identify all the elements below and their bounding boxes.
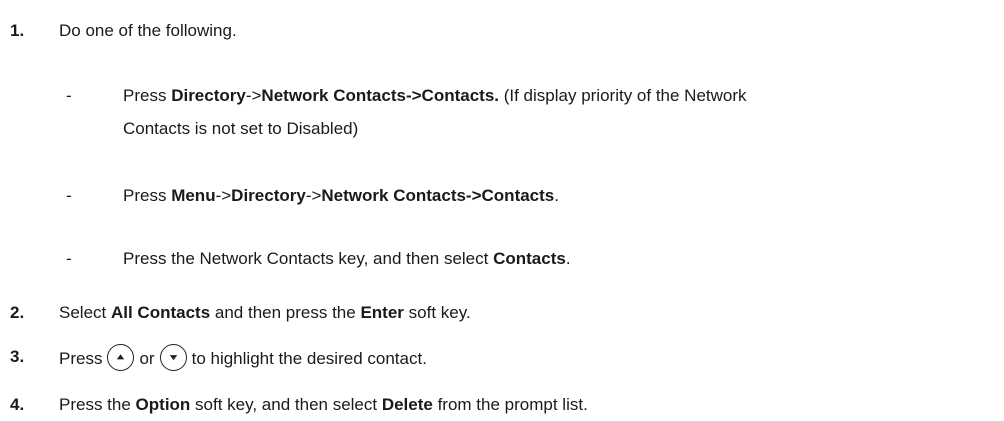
- directory-keyword: Directory: [171, 86, 246, 105]
- down-arrow-key-icon: [159, 344, 187, 371]
- step-1-number: 1.: [10, 21, 25, 40]
- step-3-text: Press or to highlight the desired contact.: [59, 344, 427, 373]
- sub-item-2-text: Press Menu->Directory->Network Contacts-…: [123, 186, 559, 205]
- bullet-dash-3: -: [66, 249, 72, 268]
- step-4-number: 4.: [10, 395, 25, 414]
- bullet-dash-2: -: [66, 186, 72, 205]
- step-2-number: 2.: [10, 303, 25, 322]
- sub-item-1-line-1: Press Directory->Network Contacts->Conta…: [123, 86, 747, 105]
- step-1-text: Do one of the following.: [59, 21, 237, 40]
- sub-item-3-text: Press the Network Contacts key, and then…: [123, 249, 571, 268]
- step-3-number: 3.: [10, 347, 25, 366]
- step-4-text: Press the Option soft key, and then sele…: [59, 395, 588, 414]
- network-contacts-keyword: Network Contacts->Contacts.: [261, 86, 499, 105]
- up-arrow-key-icon: [107, 344, 135, 371]
- bullet-dash-1: -: [66, 86, 72, 105]
- sub-item-1-line-2: Contacts is not set to Disabled): [123, 119, 359, 138]
- step-2-text: Select All Contacts and then press the E…: [59, 303, 471, 322]
